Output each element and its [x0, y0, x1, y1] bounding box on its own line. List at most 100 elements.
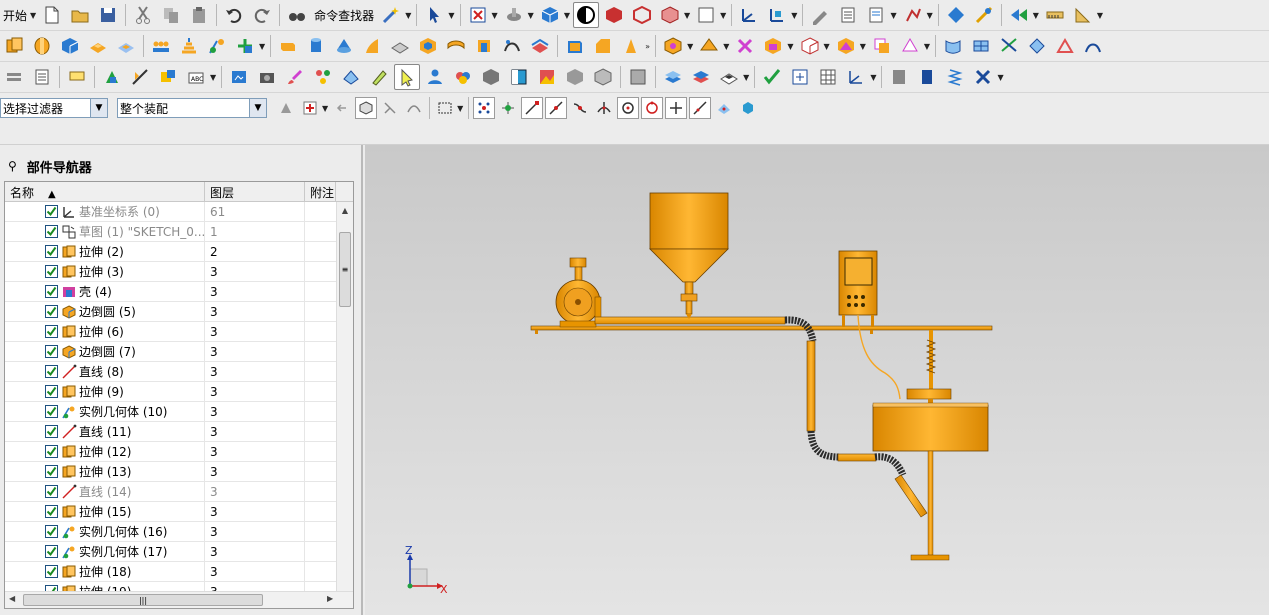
- visibility-checkbox[interactable]: [45, 525, 58, 538]
- cone-icon[interactable]: [331, 33, 357, 59]
- animation-icon[interactable]: [226, 64, 252, 90]
- tree-row[interactable]: 草图 (1) "SKETCH_0... 1: [5, 221, 336, 242]
- tree-row[interactable]: 直线 (14) 3: [5, 481, 336, 502]
- dropdown-icon[interactable]: ▼: [448, 11, 454, 20]
- red-box-icon[interactable]: [629, 2, 655, 28]
- tree-row[interactable]: 边倒圆 (7) 3: [5, 341, 336, 362]
- scroll-thumb[interactable]: ≡: [339, 232, 351, 307]
- axis-icon[interactable]: [843, 64, 869, 90]
- column-header-layer[interactable]: 图层: [205, 182, 305, 201]
- command-finder-button[interactable]: 命令查找器: [311, 7, 377, 24]
- snap-config-icon[interactable]: [497, 97, 519, 119]
- magic-wand-icon[interactable]: [378, 2, 404, 28]
- extrude-icon[interactable]: [1, 33, 27, 59]
- snap-on-curve-icon[interactable]: [689, 97, 712, 119]
- select-curve-icon[interactable]: [403, 97, 425, 119]
- snap-midpoint-icon[interactable]: [545, 97, 568, 119]
- dropdown-icon[interactable]: ▼: [1033, 11, 1039, 20]
- trim-body-icon[interactable]: [499, 33, 525, 59]
- edge-blend-icon[interactable]: [562, 33, 588, 59]
- tree-row[interactable]: 拉伸 (3) 3: [5, 261, 336, 282]
- shaded-view-icon[interactable]: [537, 2, 563, 28]
- red-cube-icon[interactable]: [601, 2, 627, 28]
- overflow-icon[interactable]: »: [645, 42, 650, 51]
- tree-row[interactable]: 拉伸 (15) 3: [5, 501, 336, 522]
- tree-row-name-cell[interactable]: 拉伸 (18): [5, 561, 205, 582]
- colors-icon[interactable]: [450, 64, 476, 90]
- dropdown-icon[interactable]: ▼: [210, 73, 216, 82]
- tree-row-name-cell[interactable]: 基准坐标系 (0): [5, 202, 205, 222]
- layer-settings-icon[interactable]: [863, 2, 889, 28]
- visibility-checkbox[interactable]: [45, 325, 58, 338]
- visibility-checkbox[interactable]: [45, 545, 58, 558]
- assembly-navigator-icon[interactable]: [1, 64, 27, 90]
- hollow-icon[interactable]: [415, 33, 441, 59]
- cut-icon[interactable]: [130, 2, 156, 28]
- snap-plus-icon[interactable]: [299, 97, 321, 119]
- bridge-icon[interactable]: [1052, 33, 1078, 59]
- panel-icon[interactable]: [886, 64, 912, 90]
- layer-list-icon[interactable]: [835, 2, 861, 28]
- snap-existing-point-icon[interactable]: [665, 97, 688, 119]
- through-curves-icon[interactable]: [940, 33, 966, 59]
- snap-bounded-icon[interactable]: [737, 97, 759, 119]
- ruled-icon[interactable]: [996, 33, 1022, 59]
- scroll-right-icon[interactable]: ▶: [327, 594, 333, 603]
- ruler-icon[interactable]: [1042, 2, 1068, 28]
- cube-view-icon[interactable]: [506, 64, 532, 90]
- unite-icon[interactable]: [660, 33, 686, 59]
- dropdown-icon[interactable]: ▼: [927, 11, 933, 20]
- undo-icon[interactable]: [221, 2, 247, 28]
- binoculars-icon[interactable]: [284, 2, 310, 28]
- visibility-checkbox[interactable]: [45, 465, 58, 478]
- visibility-checkbox[interactable]: [45, 225, 58, 238]
- copy-icon[interactable]: [158, 2, 184, 28]
- mirror-icon[interactable]: [176, 33, 202, 59]
- new-file-icon[interactable]: [39, 2, 65, 28]
- face-icon[interactable]: [387, 33, 413, 59]
- tree-row-name-cell[interactable]: 草图 (1) "SKETCH_0...: [5, 221, 205, 242]
- dark-cube-icon[interactable]: [478, 64, 504, 90]
- dropdown-icon[interactable]: ▼: [997, 73, 1003, 82]
- instance-geometry-icon[interactable]: [204, 33, 230, 59]
- tree-row-name-cell[interactable]: 实例几何体 (17): [5, 541, 205, 562]
- chamfer-icon[interactable]: [590, 33, 616, 59]
- visibility-checkbox[interactable]: [45, 385, 58, 398]
- dropdown-icon[interactable]: ▼: [405, 11, 411, 20]
- transform-icon[interactable]: [943, 2, 969, 28]
- subtract-icon[interactable]: [696, 33, 722, 59]
- shell-icon[interactable]: [471, 33, 497, 59]
- dropdown-icon[interactable]: ▼: [492, 11, 498, 20]
- paste-icon[interactable]: [186, 2, 212, 28]
- tree-row[interactable]: 直线 (8) 3: [5, 361, 336, 382]
- cylinder-blue-icon[interactable]: [914, 64, 940, 90]
- main-pipe[interactable]: [594, 316, 786, 325]
- pump-motor[interactable]: [555, 257, 602, 328]
- render-style-icon[interactable]: [501, 2, 527, 28]
- note-icon[interactable]: [64, 64, 90, 90]
- box-icon[interactable]: [275, 33, 301, 59]
- snap-all-icon[interactable]: [473, 97, 496, 119]
- pad-icon[interactable]: [85, 33, 111, 59]
- part-navigator-icon[interactable]: [29, 64, 55, 90]
- scale-body-icon[interactable]: [869, 33, 895, 59]
- highlight-icon[interactable]: [366, 64, 392, 90]
- chevron-down-icon[interactable]: ▼: [90, 99, 107, 117]
- add-component-icon[interactable]: [99, 64, 125, 90]
- visibility-checkbox[interactable]: [45, 285, 58, 298]
- tree-row[interactable]: 直线 (11) 3: [5, 421, 336, 442]
- pattern-icon[interactable]: [148, 33, 174, 59]
- tree-row-name-cell[interactable]: 实例几何体 (10): [5, 401, 205, 422]
- snap-control-icon[interactable]: [569, 97, 591, 119]
- column-header-note[interactable]: 附注: [305, 182, 336, 201]
- snap-point-icon[interactable]: [1006, 2, 1032, 28]
- dropdown-icon[interactable]: ▼: [720, 11, 726, 20]
- start-dropdown-icon[interactable]: ▼: [30, 11, 36, 20]
- gray-square-icon[interactable]: [625, 64, 651, 90]
- gray-box-icon[interactable]: [562, 64, 588, 90]
- camera-icon[interactable]: [254, 64, 280, 90]
- visibility-checkbox[interactable]: [45, 365, 58, 378]
- tree-row-name-cell[interactable]: 拉伸 (3): [5, 261, 205, 282]
- snap-intersection-icon[interactable]: [593, 97, 615, 119]
- color-swatch-icon[interactable]: [693, 2, 719, 28]
